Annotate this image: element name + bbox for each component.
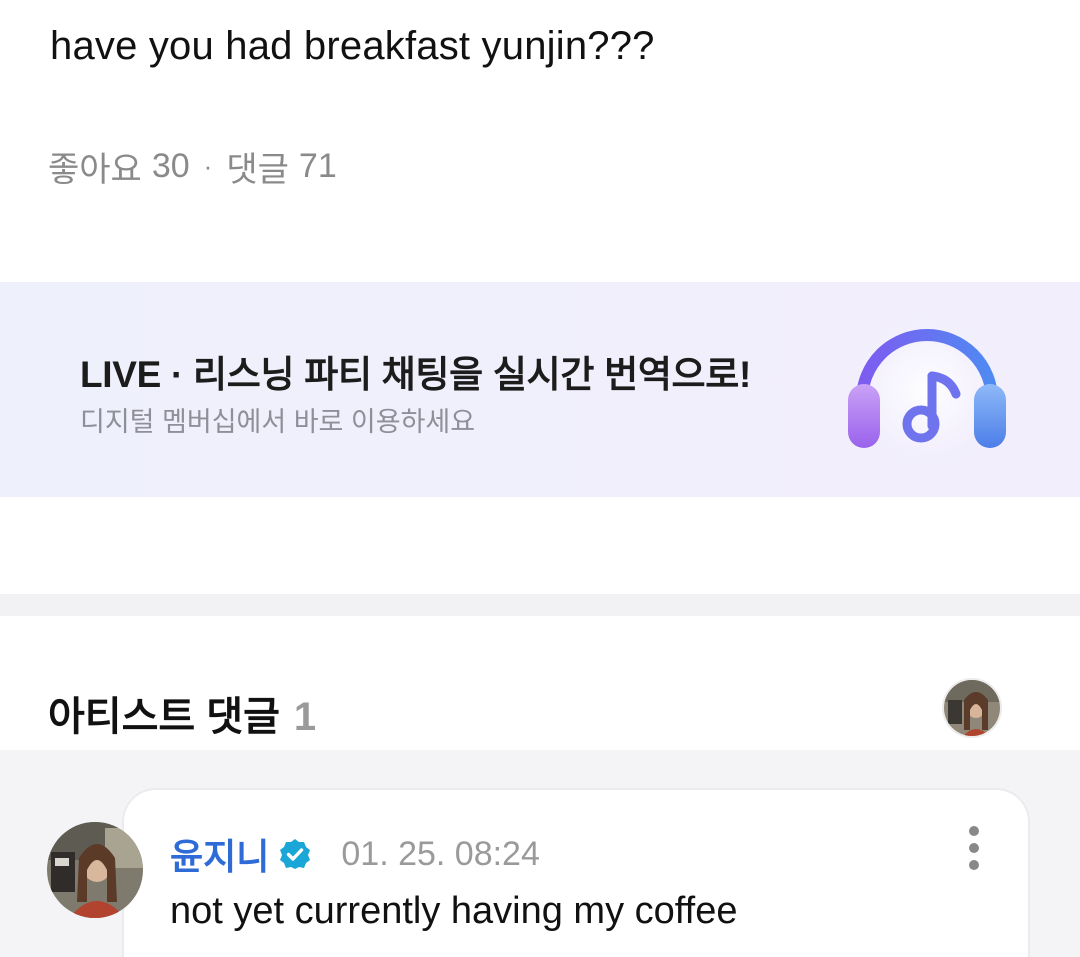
post-detail-page: have you had breakfast yunjin??? 좋아요 30 …: [0, 0, 1080, 957]
comment-author-name[interactable]: 윤지니: [170, 828, 269, 880]
post-body-text: have you had breakfast yunjin???: [50, 24, 655, 68]
comment-body-text: not yet currently having my coffee: [170, 890, 738, 932]
verified-badge-icon: [279, 838, 311, 870]
banner-subtitle: 디지털 멤버십에서 바로 이용하세요: [80, 407, 476, 437]
comment-timestamp: 01. 25. 08:24: [341, 834, 540, 873]
artist-comments-heading: 아티스트 댓글 1: [48, 684, 316, 742]
stats-separator: ·: [203, 151, 213, 181]
live-translation-banner[interactable]: LIVE · 리스닝 파티 채팅을 실시간 번역으로! 디지털 멤버십에서 바로…: [0, 282, 1080, 497]
headphones-music-icon: [822, 298, 1032, 482]
section-divider: [0, 594, 1080, 616]
artist-comment-section: 윤지니 01. 25. 08:24 not yet currently havi…: [0, 750, 1080, 957]
post-stats: 좋아요 30 · 댓글 71: [48, 142, 337, 191]
comment-author-avatar[interactable]: [47, 822, 143, 918]
artist-comments-count: 1: [293, 695, 317, 739]
comment-header: 윤지니 01. 25. 08:24: [170, 828, 540, 880]
banner-title: LIVE · 리스닝 파티 채팅을 실시간 번역으로!: [80, 354, 752, 395]
comment-card[interactable]: 윤지니 01. 25. 08:24 not yet currently havi…: [122, 788, 1030, 957]
likes-count[interactable]: 30: [152, 147, 190, 186]
comments-label[interactable]: 댓글: [226, 142, 289, 191]
comments-count[interactable]: 71: [299, 147, 337, 186]
more-vertical-icon[interactable]: [964, 826, 984, 870]
artist-comments-title: 아티스트 댓글: [48, 695, 280, 739]
artist-avatar[interactable]: [942, 678, 1002, 738]
likes-label[interactable]: 좋아요: [48, 142, 142, 191]
